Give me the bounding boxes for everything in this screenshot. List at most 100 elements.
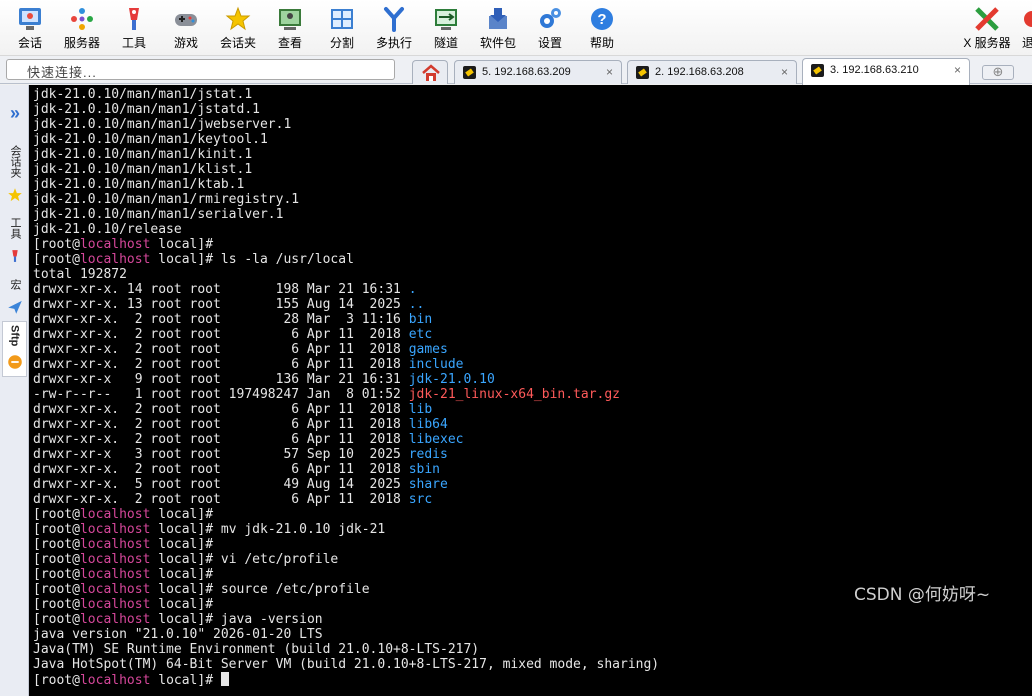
- toolbar-x-server-button[interactable]: X 服务器: [962, 4, 1012, 54]
- prompt-host: localhost: [79, 237, 151, 252]
- terminal-line: [root@localhost local]#: [33, 567, 659, 582]
- terminal-line: drwxr-xr-x. 5 root root 49 Aug 14 2025 s…: [33, 477, 659, 492]
- terminal-cursor: [220, 672, 229, 686]
- terminal-line: jdk-21.0.10/man/man1/klist.1: [33, 162, 659, 177]
- view-icon: [279, 9, 301, 30]
- file-entry: ..: [408, 297, 425, 312]
- tab-close-icon[interactable]: ×: [781, 65, 788, 79]
- main-toolbar: 会话 服务器 工具 游戏 会话夹 查看 分割 多执行 隧道 软件包 设置 ? 帮…: [0, 0, 1032, 56]
- terminal-text: drwxr-xr-x. 2 root root 6 Apr 11 2018: [33, 357, 409, 372]
- file-entry: etc: [408, 327, 433, 342]
- tab-session-5[interactable]: 5. 192.168.63.209 ×: [454, 60, 622, 84]
- toolbar-label: 软件包: [479, 36, 516, 50]
- terminal-text: [root@: [33, 567, 80, 582]
- terminal-text: jdk-21.0.10/man/man1/kinit.1: [33, 147, 253, 162]
- tab-close-icon[interactable]: ×: [954, 63, 961, 77]
- toolbar-servers-button[interactable]: 服务器: [57, 4, 107, 54]
- file-entry: include: [408, 357, 464, 372]
- terminal-line: [root@localhost local]# java -version: [33, 612, 659, 627]
- terminal-text: [root@: [33, 582, 80, 597]
- terminal-line: drwxr-xr-x 3 root root 57 Sep 10 2025 re…: [33, 447, 659, 462]
- new-tab-button[interactable]: ⊕: [982, 65, 1014, 80]
- tab-label: 5. 192.168.63.209: [482, 66, 571, 78]
- terminal-line: drwxr-xr-x. 2 root root 28 Mar 3 11:16 b…: [33, 312, 659, 327]
- toolbar-exit-button[interactable]: 退: [1022, 4, 1032, 54]
- toolbar-tools-button[interactable]: 工具: [109, 4, 159, 54]
- side-panel: » 会话夹 工具 宏 Sftp: [0, 85, 29, 696]
- terminal-text: local]# source /etc/profile: [150, 582, 370, 597]
- toolbar-label: 设置: [537, 36, 562, 50]
- tunnel-icon: [435, 9, 457, 30]
- terminal-text: jdk-21.0.10/release: [33, 222, 182, 237]
- sidebar-item-sftp[interactable]: Sftp: [2, 321, 27, 377]
- toolbar-label: 服务器: [63, 36, 100, 50]
- prompt-host: localhost: [79, 582, 151, 597]
- tools-icon: [12, 250, 18, 262]
- terminal-text: drwxr-xr-x. 2 root root 6 Apr 11 2018: [33, 402, 409, 417]
- terminal-text: drwxr-xr-x. 14 root root 198 Mar 21 16:3…: [33, 282, 409, 297]
- sidebar-label: 工具: [9, 217, 21, 239]
- toolbar-label: 隧道: [433, 36, 458, 50]
- terminal-line: jdk-21.0.10/man/man1/serialver.1: [33, 207, 659, 222]
- toolbar-session-button[interactable]: 会话: [5, 4, 55, 54]
- terminal-text: local]#: [150, 673, 221, 688]
- terminal-text: drwxr-xr-x. 2 root root 6 Apr 11 2018: [33, 462, 409, 477]
- terminal-tab-icon: [811, 64, 824, 77]
- toolbar-tunnel-button[interactable]: 隧道: [421, 4, 471, 54]
- tab-label: 2. 192.168.63.208: [655, 66, 744, 78]
- file-entry: redis: [408, 447, 448, 462]
- home-tab[interactable]: [412, 60, 448, 84]
- terminal-text: -rw-r--r-- 1 root root 197498247 Jan 8 0…: [33, 387, 409, 402]
- servers-icon: [71, 8, 93, 30]
- tools-icon: [129, 8, 139, 30]
- terminal-text: local]# java -version: [150, 612, 323, 627]
- sidebar-item-tools[interactable]: 工具: [4, 217, 26, 264]
- toolbar-label: 多执行: [375, 36, 412, 50]
- terminal-text: local]#: [150, 507, 214, 522]
- terminal-line: [root@localhost local]#: [33, 672, 659, 688]
- toolbar-packages-button[interactable]: 软件包: [473, 4, 523, 54]
- terminal-text: drwxr-xr-x. 2 root root 28 Mar 3 11:16: [33, 312, 409, 327]
- toolbar-multiexec-button[interactable]: 多执行: [369, 4, 419, 54]
- terminal-line: total 192872: [33, 267, 659, 282]
- file-entry: lib: [408, 402, 433, 417]
- prompt-host: localhost: [79, 537, 151, 552]
- terminal-line: drwxr-xr-x. 2 root root 6 Apr 11 2018 li…: [33, 402, 659, 417]
- terminal-text: jdk-21.0.10/man/man1/jstat.1: [33, 87, 253, 102]
- macros-icon: [8, 300, 22, 314]
- terminal-text: [root@: [33, 552, 80, 567]
- terminal-line: [root@localhost local]# ls -la /usr/loca…: [33, 252, 659, 267]
- expand-sidebar-icon[interactable]: »: [4, 103, 26, 124]
- terminal-text: drwxr-xr-x. 2 root root 6 Apr 11 2018: [33, 342, 409, 357]
- toolbar-split-button[interactable]: 分割: [317, 4, 367, 54]
- file-entry: libexec: [408, 432, 464, 447]
- tab-close-icon[interactable]: ×: [606, 65, 613, 79]
- terminal-line: drwxr-xr-x. 2 root root 6 Apr 11 2018 li…: [33, 432, 659, 447]
- terminal-line: [root@localhost local]# mv jdk-21.0.10 j…: [33, 522, 659, 537]
- file-entry: .: [408, 282, 417, 297]
- toolbar-sessions-folder-button[interactable]: 会话夹: [213, 4, 263, 54]
- terminal-text: [root@: [33, 252, 80, 267]
- terminal-text: jdk-21.0.10/man/man1/jwebserver.1: [33, 117, 292, 132]
- sidebar-item-macros[interactable]: 宏: [4, 277, 26, 315]
- terminal-text: drwxr-xr-x. 2 root root 6 Apr 11 2018: [33, 492, 409, 507]
- star-icon: [225, 6, 251, 31]
- terminal-line: drwxr-xr-x. 13 root root 155 Aug 14 2025…: [33, 297, 659, 312]
- prompt-host: localhost: [79, 507, 151, 522]
- terminal-text: [root@: [33, 612, 80, 627]
- toolbar-games-button[interactable]: 游戏: [161, 4, 211, 54]
- quick-connect-input[interactable]: 快速连接...: [6, 59, 395, 80]
- toolbar-view-button[interactable]: 查看: [265, 4, 315, 54]
- terminal-text: [root@: [33, 507, 80, 522]
- file-entry: share: [408, 477, 448, 492]
- sidebar-label: Sftp: [8, 325, 21, 347]
- toolbar-settings-button[interactable]: 设置: [525, 4, 575, 54]
- sidebar-item-sessions[interactable]: 会话夹: [4, 145, 26, 203]
- file-entry: games: [408, 342, 448, 357]
- toolbar-help-button[interactable]: ? 帮助: [577, 4, 627, 54]
- terminal-line: jdk-21.0.10/man/man1/kinit.1: [33, 147, 659, 162]
- terminal-text: jdk-21.0.10/man/man1/rmiregistry.1: [33, 192, 300, 207]
- tab-session-2[interactable]: 2. 192.168.63.208 ×: [627, 60, 797, 84]
- terminal-text: drwxr-xr-x. 5 root root 49 Aug 14 2025: [33, 477, 409, 492]
- tab-session-3[interactable]: 3. 192.168.63.210 ×: [802, 58, 970, 85]
